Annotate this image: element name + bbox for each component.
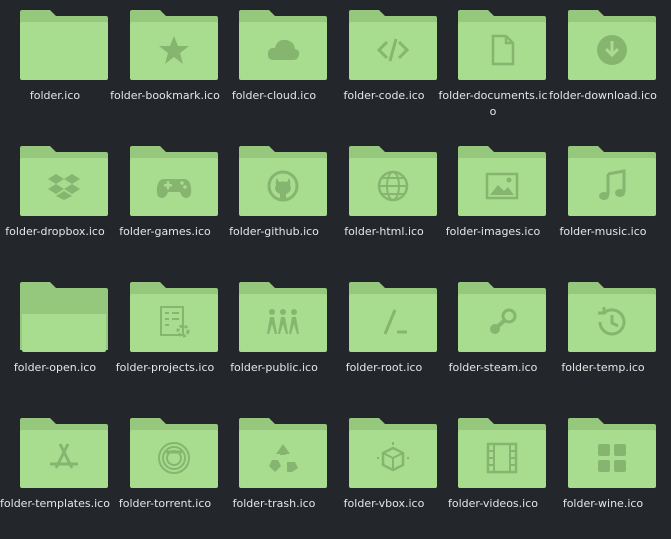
file-item[interactable]: folder-steam.ico: [438, 272, 548, 408]
people-icon: [265, 304, 301, 340]
folder-icon: [20, 280, 108, 352]
file-name: folder-open.ico: [13, 361, 97, 374]
terminal-slash-icon: [375, 304, 411, 340]
file-name: folder-code.ico: [343, 89, 425, 102]
history-icon: [594, 304, 630, 340]
file-item[interactable]: folder-documents.ico: [438, 0, 548, 136]
file-name: folder-steam.ico: [448, 361, 538, 374]
file-item[interactable]: folder-root.ico: [329, 272, 439, 408]
file-item[interactable]: folder-download.ico: [548, 0, 658, 136]
image-icon: [484, 168, 520, 204]
folder-icon: [130, 8, 218, 80]
file-name: folder-videos.ico: [447, 497, 538, 510]
file-name: folder-templates.ico: [0, 497, 110, 510]
file-name: folder-bookmark.ico: [110, 89, 220, 102]
folder-icon: [458, 280, 546, 352]
file-item[interactable]: folder-bookmark.ico: [110, 0, 220, 136]
file-item[interactable]: folder-projects.ico: [110, 272, 220, 408]
folder-icon: [349, 144, 437, 216]
vbox-cube-icon: [375, 440, 411, 476]
file-item[interactable]: folder-public.ico: [219, 272, 329, 408]
file-item[interactable]: folder-images.ico: [438, 136, 548, 272]
file-item[interactable]: folder-videos.ico: [438, 408, 548, 539]
folder-icon: [568, 416, 656, 488]
file-item[interactable]: folder.ico: [0, 0, 110, 136]
folder-icon: [239, 8, 327, 80]
file-name: folder-download.ico: [549, 89, 657, 102]
folder-icon: [20, 8, 108, 80]
folder-icon: [239, 144, 327, 216]
dropbox-icon: [46, 168, 82, 204]
folder-icon: [130, 144, 218, 216]
file-item[interactable]: folder-wine.ico: [548, 408, 658, 539]
folder-icon: [568, 8, 656, 80]
file-item[interactable]: folder-torrent.ico: [110, 408, 220, 539]
file-name: folder-public.ico: [230, 361, 318, 374]
folder-icon: [130, 416, 218, 488]
folder-icon: [20, 416, 108, 488]
file-name: folder-images.ico: [445, 225, 541, 238]
file-item[interactable]: folder-temp.ico: [548, 272, 658, 408]
file-name: folder-trash.ico: [232, 497, 316, 510]
film-icon: [484, 440, 520, 476]
folder-icon: [458, 8, 546, 80]
folder-icon: [239, 416, 327, 488]
file-name: folder-dropbox.ico: [5, 225, 105, 238]
folder-icon: [239, 280, 327, 352]
globe-icon: [375, 168, 411, 204]
cloud-icon: [265, 32, 301, 68]
file-name: folder-cloud.ico: [231, 89, 317, 102]
torrent-icon: [156, 440, 192, 476]
file-name: folder-projects.ico: [115, 361, 215, 374]
file-item[interactable]: folder-cloud.ico: [219, 0, 329, 136]
file-item[interactable]: folder-games.ico: [110, 136, 220, 272]
projects-icon: [156, 304, 192, 340]
recycle-icon: [265, 440, 301, 476]
file-item[interactable]: folder-vbox.ico: [329, 408, 439, 539]
file-item[interactable]: folder-trash.ico: [219, 408, 329, 539]
grid-icon: [594, 440, 630, 476]
folder-icon: [349, 416, 437, 488]
gamepad-icon: [156, 168, 192, 204]
app-store-icon: [46, 440, 82, 476]
music-note-icon: [594, 168, 630, 204]
download-icon: [594, 32, 630, 68]
file-name: folder-games.ico: [119, 225, 211, 238]
icon-grid: folder.ico folder-bookmark.ico folder-cl…: [0, 0, 671, 539]
folder-icon: [349, 280, 437, 352]
file-item[interactable]: folder-dropbox.ico: [0, 136, 110, 272]
file-item[interactable]: folder-music.ico: [548, 136, 658, 272]
folder-icon: [20, 144, 108, 216]
file-name: folder-torrent.ico: [118, 497, 212, 510]
folder-icon: [458, 144, 546, 216]
file-name: folder-root.ico: [345, 361, 423, 374]
github-icon: [265, 168, 301, 204]
steam-icon: [484, 304, 520, 340]
file-item[interactable]: folder-html.ico: [329, 136, 439, 272]
folder-icon: [568, 144, 656, 216]
file-name: folder-vbox.ico: [343, 497, 425, 510]
file-name: folder-wine.ico: [562, 497, 644, 510]
file-name: folder.ico: [29, 89, 81, 102]
star-icon: [156, 32, 192, 68]
file-name: folder-music.ico: [559, 225, 647, 238]
file-item[interactable]: folder-github.ico: [219, 136, 329, 272]
file-name: folder-temp.ico: [561, 361, 645, 374]
code-icon: [375, 32, 411, 68]
file-name: folder-documents.ico: [438, 89, 548, 118]
folder-icon: [458, 416, 546, 488]
file-item[interactable]: folder-open.ico: [0, 272, 110, 408]
folder-icon: [568, 280, 656, 352]
file-item[interactable]: folder-templates.ico: [0, 408, 110, 539]
folder-icon: [349, 8, 437, 80]
document-icon: [484, 32, 520, 68]
folder-icon: [130, 280, 218, 352]
file-name: folder-html.ico: [344, 225, 424, 238]
file-item[interactable]: folder-code.ico: [329, 0, 439, 136]
file-name: folder-github.ico: [229, 225, 319, 238]
